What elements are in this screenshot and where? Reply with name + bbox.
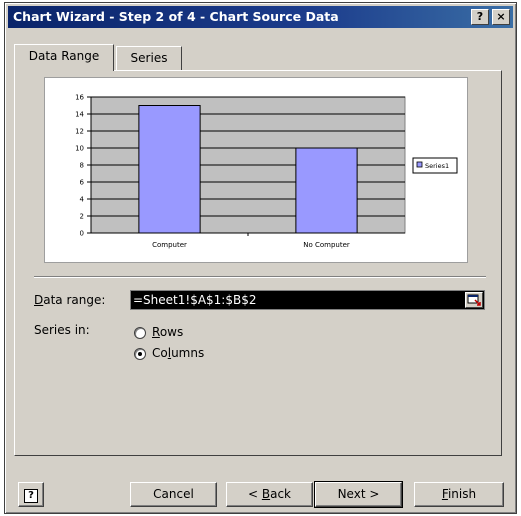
help-button-icon: ? [24, 489, 38, 503]
collapse-dialog-icon [467, 294, 481, 306]
tab-series[interactable]: Series [116, 46, 182, 70]
legend-swatch [416, 161, 423, 168]
y-tick-label: 6 [80, 179, 85, 187]
collapse-dialog-button[interactable] [465, 292, 483, 308]
y-tick-label: 14 [75, 111, 84, 119]
y-tick-label: 10 [75, 145, 84, 153]
y-tick-label: 4 [80, 196, 85, 204]
x-tick-label: Computer [152, 241, 187, 249]
legend-label: Series1 [425, 162, 449, 170]
help-button[interactable]: ? [18, 482, 44, 507]
help-icon: ? [476, 10, 484, 23]
y-tick-label: 12 [75, 128, 84, 136]
series-in-label: Series in: [34, 323, 90, 337]
data-range-value: =Sheet1!$A$1:$B$2 [133, 293, 257, 307]
columns-label[interactable]: Columns [152, 346, 204, 360]
tab-data-range[interactable]: Data Range [14, 44, 114, 71]
window-title: Chart Wizard - Step 2 of 4 - Chart Sourc… [13, 9, 339, 24]
help-title-button[interactable]: ? [471, 9, 489, 25]
back-button[interactable]: < Back [226, 482, 313, 507]
data-range-input[interactable]: =Sheet1!$A$1:$B$2 [130, 290, 485, 310]
tab-data-range-label: Data Range [28, 49, 100, 63]
y-tick-label: 2 [80, 213, 84, 221]
separator [34, 276, 486, 278]
title-bar[interactable]: Chart Wizard - Step 2 of 4 - Chart Sourc… [8, 6, 513, 28]
x-tick-label: No Computer [303, 241, 350, 249]
finish-button[interactable]: Finish [414, 482, 504, 507]
y-tick-label: 0 [80, 230, 84, 238]
cancel-button[interactable]: Cancel [130, 482, 217, 507]
rows-radio[interactable] [134, 327, 146, 339]
next-button[interactable]: Next > [314, 481, 403, 508]
back-label: < Back [247, 487, 291, 501]
rows-label[interactable]: Rows [152, 325, 183, 339]
y-tick-label: 8 [80, 162, 84, 170]
y-tick-label: 16 [75, 94, 84, 102]
bar [295, 147, 358, 234]
cancel-label: Cancel [153, 487, 194, 501]
bar [138, 105, 201, 234]
tab-series-label: Series [130, 51, 168, 65]
finish-label: Finish [441, 487, 477, 501]
radio-selected-dot [138, 352, 142, 356]
next-label: Next > [337, 487, 380, 501]
close-icon: × [496, 10, 506, 23]
columns-radio[interactable] [134, 348, 146, 360]
chart-preview: 0 2 4 6 8 10 12 14 16 Computer No Computer Series1 [44, 77, 468, 263]
close-button[interactable]: × [492, 9, 510, 25]
chart-svg: 0 2 4 6 8 10 12 14 16 Computer No Computer Series1 [75, 94, 458, 249]
data-range-label: Data range: [34, 293, 106, 307]
